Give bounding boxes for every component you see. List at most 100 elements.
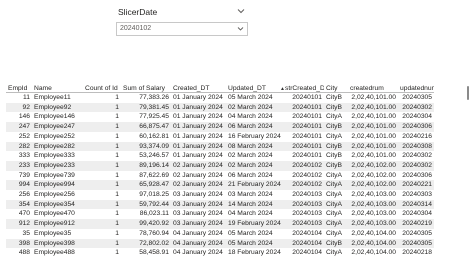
table-cell: 1 xyxy=(83,180,121,191)
column-header-city[interactable]: City xyxy=(324,81,348,93)
table-cell: CityB xyxy=(324,141,348,152)
table-cell: 65,928.47 xyxy=(121,180,171,191)
table-row[interactable]: 912 Employee912 1 99,420.92 03 January 2024 1… xyxy=(6,219,434,229)
table-cell: Employee488 xyxy=(34,249,75,257)
table-row[interactable]: 252 Employee252 1 60,162.81 01 January 2024 1… xyxy=(6,132,434,142)
table-row[interactable]: 488 Employee488 1 58,458.91 04 January 2024 1… xyxy=(6,248,434,258)
column-header-created-dt[interactable]: Created_DT xyxy=(171,81,226,93)
table-cell: 04 January 2024 xyxy=(173,229,223,237)
table-row[interactable]: 11 Employee11 1 77,383.26 01 January 2024 05 … xyxy=(6,93,434,103)
table-cell: CityB xyxy=(326,94,342,101)
table-row[interactable]: 994 Employee994 1 65,928.47 02 January 2024 2… xyxy=(6,180,434,191)
table-row[interactable]: 256 Employee256 1 97,018.25 03 January 2024 0… xyxy=(6,190,434,200)
table-cell: 1 xyxy=(115,249,119,257)
table-cell: 2,02,40,102.00 xyxy=(348,180,398,191)
table-cell: 1 xyxy=(115,210,119,218)
table-cell: 1 xyxy=(115,229,119,237)
table-cell: 01 January 2024 xyxy=(171,141,226,152)
table-cell: 18 February 2024 xyxy=(228,249,281,257)
table-cell: 488 xyxy=(18,249,30,257)
table-cell: 2,02,40,101.00 xyxy=(348,122,398,132)
column-header-sum-of-salary[interactable]: Sum of Salary xyxy=(121,81,171,93)
table-row[interactable]: 354 Employee354 1 59,792.44 03 January 2024 1… xyxy=(6,199,434,210)
table-row[interactable]: 247 Employee247 1 66,875.47 01 January 2024 0… xyxy=(6,122,434,132)
table-cell: Employee146 xyxy=(34,113,75,121)
table-cell: 20240218 xyxy=(402,249,432,257)
table-row[interactable]: 233 Employee233 1 89,196.14 02 January 2024 0… xyxy=(6,160,434,171)
table-cell: 1 xyxy=(83,122,121,132)
table-cell: CityB xyxy=(326,152,342,160)
table-cell: 77,925.45 xyxy=(139,113,169,121)
table-row[interactable]: 35 Employee35 1 78,760.94 04 January 2024 05 … xyxy=(6,229,434,239)
table-cell: 233 xyxy=(6,160,32,171)
table-cell: 03 January 2024 xyxy=(173,191,223,199)
table-row[interactable]: 146 Employee146 1 77,925.45 01 January 2024 0… xyxy=(6,112,434,122)
table-row[interactable]: 739 Employee739 1 87,622.69 02 January 2024 0… xyxy=(6,171,434,181)
slicer-dropdown[interactable]: 20240102 xyxy=(116,22,248,36)
table-cell: 02 January 2024 xyxy=(171,160,226,171)
table-row[interactable]: 92 Employee92 1 79,381.45 01 January 2024 02 … xyxy=(6,102,434,113)
table-cell: 03 January 2024 xyxy=(171,199,226,210)
scrollbar-thumb[interactable] xyxy=(467,86,469,100)
table-cell: 97,018.25 xyxy=(139,191,169,199)
table-cell: Employee333 xyxy=(34,152,75,160)
table-cell: 994 xyxy=(6,180,32,191)
table-cell: 20240314 xyxy=(398,199,434,210)
table-header-row: EmpId Name Count of Id Sum of Salary Cre… xyxy=(6,81,434,93)
table-cell: Employee233 xyxy=(32,160,83,171)
table-cell: 333 xyxy=(18,152,30,160)
table-cell: 16 February 2024 xyxy=(228,132,281,140)
table-row[interactable]: 282 Employee282 1 93,374.09 01 January 2024 0… xyxy=(6,141,434,152)
table-row[interactable]: 470 Employee470 1 86,023.11 03 January 2024 0… xyxy=(6,209,434,219)
column-header-count-of-id[interactable]: Count of Id xyxy=(83,81,121,93)
column-header-createdrum[interactable]: createdrum xyxy=(348,81,398,93)
table-cell: 03 January 2024 xyxy=(171,219,226,229)
chevron-down-icon[interactable] xyxy=(237,7,245,15)
table-cell: 20240302 xyxy=(398,102,434,113)
vertical-scrollbar[interactable] xyxy=(465,81,469,266)
column-header-empid[interactable]: EmpId xyxy=(6,81,32,93)
table-cell: Employee247 xyxy=(32,122,83,132)
table-cell: 20240103 xyxy=(283,199,324,210)
table-cell: 93,374.09 xyxy=(121,141,171,152)
table-cell: 146 xyxy=(18,113,30,121)
table-cell: 2,02,40,103.00 xyxy=(348,199,398,210)
table-cell: 1 xyxy=(83,219,121,229)
table-cell: 1 xyxy=(115,171,119,179)
table-cell: 1 xyxy=(115,113,119,121)
table-cell: 20240102 xyxy=(292,171,322,179)
table-cell: 20240219 xyxy=(398,219,434,229)
table-cell: 398 xyxy=(6,238,32,249)
column-header-updatednum[interactable]: updatednum xyxy=(398,81,434,93)
table-cell: 912 xyxy=(6,219,32,229)
table-cell: 20240304 xyxy=(402,210,432,218)
table-cell: Employee35 xyxy=(34,229,72,237)
table-cell: 06 March 2024 xyxy=(228,171,273,179)
table-cell: 20240216 xyxy=(402,132,432,140)
table-cell: 20240104 xyxy=(292,249,322,257)
table-cell: 20240103 xyxy=(292,191,322,199)
table-cell: 79,381.45 xyxy=(121,102,171,113)
column-header-str-created-dt[interactable]: strCreated_DT xyxy=(283,81,324,93)
slicer-header: SlicerDate xyxy=(116,2,248,18)
table-cell: 1 xyxy=(83,141,121,152)
table-cell: 247 xyxy=(6,122,32,132)
table-cell: CityA xyxy=(326,171,342,179)
table-cell: 20240305 xyxy=(402,94,432,101)
table-cell: Employee354 xyxy=(32,199,83,210)
table-row[interactable]: 333 Employee333 1 53,246.57 01 January 2024 0… xyxy=(6,151,434,161)
table-cell: CityA xyxy=(326,229,342,237)
table-row[interactable]: 398 Employee398 1 72,802.02 04 January 2024 0… xyxy=(6,238,434,249)
slicer-title: SlicerDate xyxy=(118,7,158,17)
table-cell: 06 March 2024 xyxy=(226,122,283,132)
column-header-name[interactable]: Name xyxy=(32,81,83,93)
table-cell: 77,383.26 xyxy=(139,94,169,101)
table-cell: 58,458.91 xyxy=(139,249,169,257)
table-cell: 20240308 xyxy=(398,141,434,152)
table-cell: 59,792.44 xyxy=(121,199,171,210)
table-cell: Employee912 xyxy=(32,219,83,229)
column-header-updated-dt[interactable]: Updated_DT xyxy=(226,81,283,93)
table-cell: 2,02,40,101.00 xyxy=(351,152,396,160)
table-cell: 02 March 2024 xyxy=(228,152,273,160)
table-cell: CityB xyxy=(324,238,348,249)
